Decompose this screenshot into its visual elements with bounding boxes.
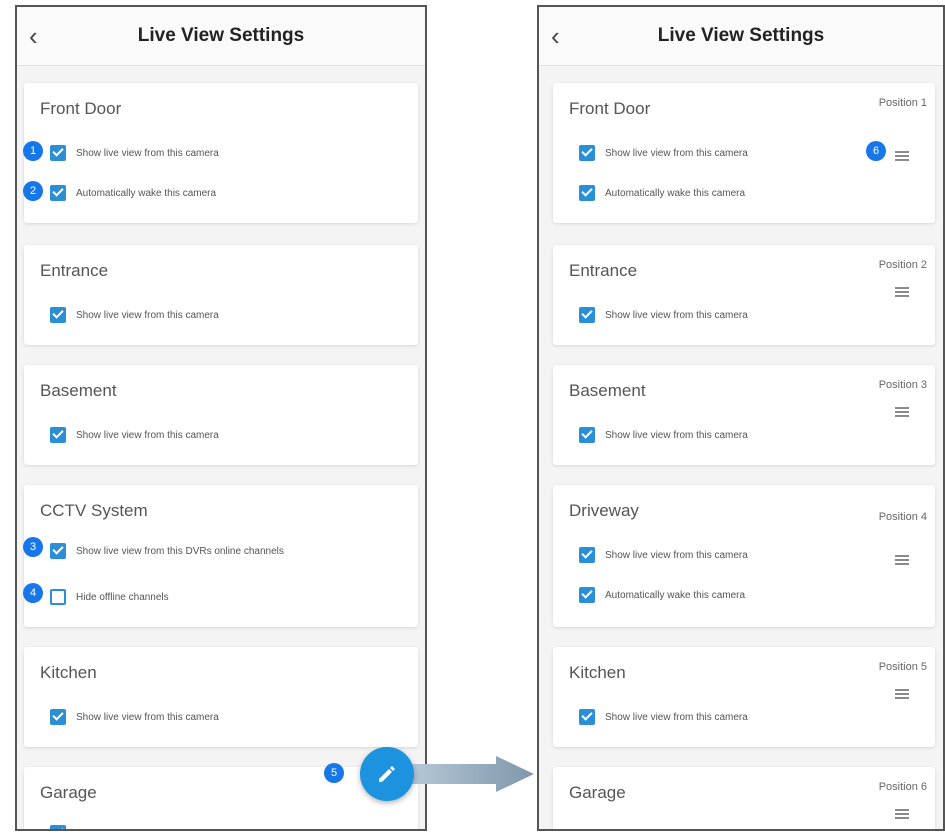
option-auto-wake[interactable]: Automatically wake this camera xyxy=(579,587,745,603)
camera-name: Garage xyxy=(569,783,626,802)
option-label: Show live view from this camera xyxy=(605,429,748,441)
option-label: Show live view from this camera xyxy=(76,309,219,321)
camera-card-kitchen: Kitchen Show live view from this camera xyxy=(24,647,418,747)
checkbox-checked[interactable] xyxy=(579,427,595,443)
drag-handle-icon[interactable] xyxy=(895,689,909,699)
position-label: Position 1 xyxy=(878,97,927,109)
option-auto-wake[interactable]: Automatically wake this camera xyxy=(579,185,745,201)
option-label: Automatically wake this camera xyxy=(76,187,217,199)
option-label: Automatically wake this camera xyxy=(605,589,746,601)
option-label: Show live view from this camera xyxy=(605,309,748,321)
camera-name: Driveway xyxy=(569,501,639,520)
page-title: Live View Settings xyxy=(657,25,825,46)
step-badge-6: 6 xyxy=(866,141,886,161)
drag-handle-icon[interactable] xyxy=(895,151,909,161)
option-show-live-view[interactable]: Show live view from this camera xyxy=(579,145,748,161)
checkbox-checked[interactable] xyxy=(579,145,595,161)
option-label: Show live view from this camera xyxy=(76,429,219,441)
option-auto-wake[interactable]: Automatically wake this camera xyxy=(50,185,216,201)
position-label: Position 4 xyxy=(878,511,927,523)
position-label: Position 5 xyxy=(878,661,927,673)
step-badge-1: 1 xyxy=(23,141,43,161)
position-label: Position 3 xyxy=(878,379,927,391)
checkbox-checked[interactable] xyxy=(579,307,595,323)
camera-card-basement: Basement Show live view from this camera xyxy=(24,365,418,465)
checkbox-checked[interactable] xyxy=(50,145,66,161)
option-show-live-view[interactable]: Show live view from this camera xyxy=(50,427,219,443)
option-show-live-view[interactable]: Show live view from this camera xyxy=(50,145,219,161)
step-badge-2: 2 xyxy=(23,181,43,201)
pencil-icon xyxy=(379,766,395,782)
back-arrow-icon[interactable]: ‹ xyxy=(551,7,560,65)
checkbox-checked[interactable] xyxy=(579,587,595,603)
option-label: Show live view from this DVRs online cha… xyxy=(76,545,284,557)
checkbox-unchecked[interactable] xyxy=(50,589,66,605)
left-phone-screen: ‹ Live View Settings Front Door Show liv… xyxy=(15,5,427,831)
camera-name: Kitchen xyxy=(40,663,97,682)
camera-card-entrance: Entrance Show live view from this camera xyxy=(24,245,418,345)
camera-name: Front Door xyxy=(40,99,122,118)
camera-card-garage: Garage xyxy=(24,767,418,829)
option-label: Show live view from this camera xyxy=(605,147,748,159)
camera-card-garage: Garage Position 6 xyxy=(553,767,935,831)
option-show-live-view[interactable]: Show live view from this camera xyxy=(579,427,748,443)
option-show-live-view[interactable]: Show live view from this camera xyxy=(579,709,748,725)
checkbox-checked[interactable] xyxy=(579,547,595,563)
checkbox-checked[interactable] xyxy=(50,825,66,829)
option-show-live-view[interactable]: Show live view from this camera xyxy=(50,709,219,725)
position-label: Position 2 xyxy=(878,259,927,271)
checkbox-checked[interactable] xyxy=(50,185,66,201)
camera-name: Entrance xyxy=(569,261,638,280)
drag-handle-icon[interactable] xyxy=(895,809,909,819)
camera-card-entrance: Entrance Position 2 Show live view from … xyxy=(553,245,935,345)
step-badge-5: 5 xyxy=(324,763,344,783)
option-hide-offline[interactable]: Hide offline channels xyxy=(50,589,169,605)
camera-name: Garage xyxy=(40,783,97,802)
camera-name: CCTV System xyxy=(40,501,148,520)
right-phone-screen: ‹ Live View Settings Front Door Position… xyxy=(537,5,945,831)
option-show-live-view[interactable]: Show live view from this camera xyxy=(579,307,748,323)
camera-name: Kitchen xyxy=(569,663,626,682)
option-show-live-view[interactable]: Show live view from this camera xyxy=(50,307,219,323)
option-label: Show live view from this camera xyxy=(76,711,219,723)
app-header: ‹ Live View Settings xyxy=(17,7,425,66)
camera-card-driveway: Driveway Position 4 Show live view from … xyxy=(553,485,935,627)
app-header: ‹ Live View Settings xyxy=(539,7,943,66)
option-show-live-view[interactable] xyxy=(579,829,595,831)
checkbox-checked[interactable] xyxy=(579,185,595,201)
camera-name: Basement xyxy=(569,381,646,400)
step-badge-4: 4 xyxy=(23,583,43,603)
camera-card-basement: Basement Position 3 Show live view from … xyxy=(553,365,935,465)
checkbox-checked[interactable] xyxy=(50,709,66,725)
drag-handle-icon[interactable] xyxy=(895,555,909,565)
drag-handle-icon[interactable] xyxy=(895,287,909,297)
option-show-dvr-channels[interactable]: Show live view from this DVRs online cha… xyxy=(50,543,306,559)
checkbox-checked[interactable] xyxy=(50,543,66,559)
camera-card-kitchen: Kitchen Position 5 Show live view from t… xyxy=(553,647,935,747)
option-label: Hide offline channels xyxy=(76,591,169,603)
camera-card-front-door: Front Door Show live view from this came… xyxy=(24,83,418,223)
checkbox-checked[interactable] xyxy=(579,829,595,831)
page-title: Live View Settings xyxy=(137,25,305,46)
option-label: Automatically wake this camera xyxy=(605,187,746,199)
option-show-live-view[interactable] xyxy=(50,825,66,829)
camera-name: Entrance xyxy=(40,261,109,280)
back-arrow-icon[interactable]: ‹ xyxy=(29,7,38,65)
step-badge-3: 3 xyxy=(23,537,43,557)
checkbox-checked[interactable] xyxy=(579,709,595,725)
option-label: Show live view from this camera xyxy=(605,549,748,561)
camera-card-cctv-system: CCTV System Show live view from this DVR… xyxy=(24,485,418,627)
checkbox-checked[interactable] xyxy=(50,427,66,443)
option-show-live-view[interactable]: Show live view from this camera xyxy=(579,547,748,563)
edit-fab-button[interactable] xyxy=(360,747,414,801)
camera-name: Basement xyxy=(40,381,117,400)
drag-handle-icon[interactable] xyxy=(895,407,909,417)
checkbox-checked[interactable] xyxy=(50,307,66,323)
position-label: Position 6 xyxy=(878,781,927,793)
camera-name: Front Door xyxy=(569,99,651,118)
option-label: Show live view from this camera xyxy=(605,711,748,723)
option-label: Show live view from this camera xyxy=(76,147,219,159)
